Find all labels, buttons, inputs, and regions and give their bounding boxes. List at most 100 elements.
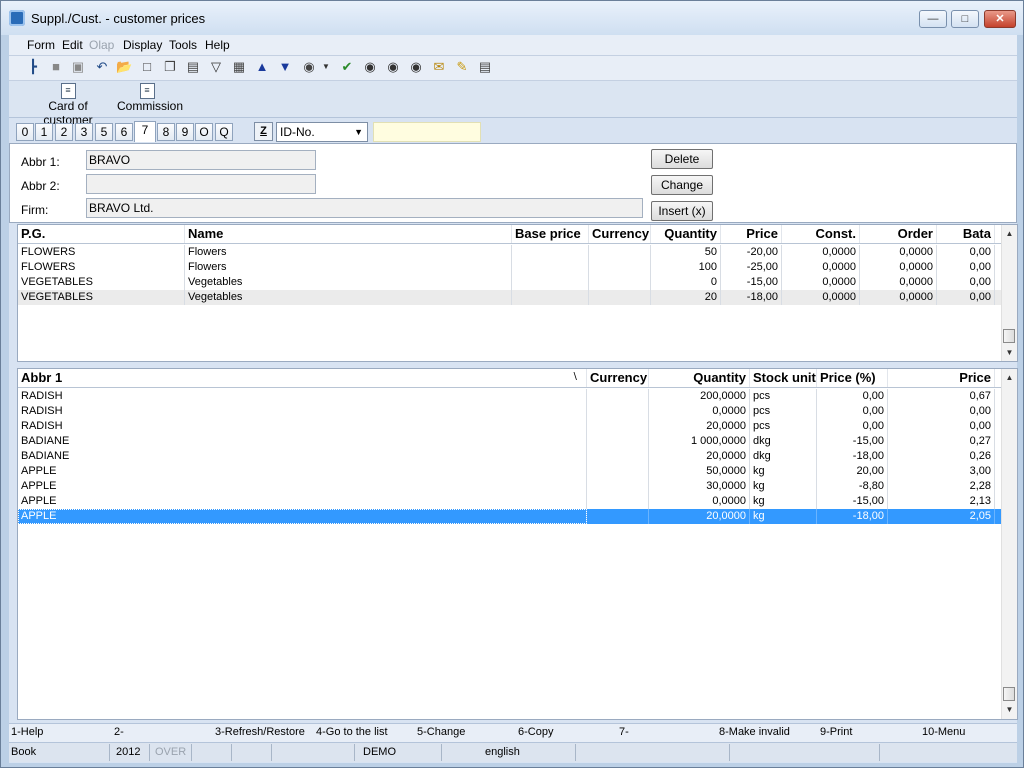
- table-row[interactable]: FLOWERS Flowers 100 -25,00 0,0000 0,0000…: [18, 260, 1002, 275]
- menu-edit[interactable]: Edit: [62, 38, 83, 52]
- save-icon[interactable]: ■: [48, 59, 64, 75]
- table-row[interactable]: APPLE 30,0000 kg -8,80 2,28: [18, 479, 1002, 494]
- cell-quantity: 20,0000: [649, 419, 750, 434]
- tab-5[interactable]: 5: [95, 123, 113, 141]
- col-header-price[interactable]: Price: [888, 369, 995, 387]
- table-row[interactable]: VEGETABLES Vegetables 0 -15,00 0,0000 0,…: [18, 275, 1002, 290]
- tab-3[interactable]: 3: [75, 123, 93, 141]
- arrow-up-icon[interactable]: ▲: [254, 59, 270, 75]
- table-row[interactable]: APPLE 0,0000 kg -15,00 2,13: [18, 494, 1002, 509]
- delete-button[interactable]: Delete: [651, 149, 713, 169]
- report-icon[interactable]: ▦: [231, 59, 247, 75]
- col-header-currency[interactable]: Currency: [587, 369, 649, 387]
- menu-help[interactable]: Help: [205, 38, 230, 52]
- tab-7[interactable]: 7: [134, 121, 156, 142]
- change-button[interactable]: Change: [651, 175, 713, 195]
- table-row[interactable]: RADISH 20,0000 pcs 0,00 0,00: [18, 419, 1002, 434]
- insert-button[interactable]: Insert (x): [651, 201, 713, 221]
- tree-icon[interactable]: ┣: [25, 59, 41, 75]
- col-header-order[interactable]: Order: [860, 225, 937, 243]
- attach-icon[interactable]: ▤: [477, 59, 493, 75]
- scroll-thumb[interactable]: [1003, 329, 1015, 343]
- table-row[interactable]: BADIANE 20,0000 dkg -18,00 0,26: [18, 449, 1002, 464]
- arrow-down-icon[interactable]: ▼: [277, 59, 293, 75]
- fkey-make-invalid[interactable]: 8-Make invalid: [719, 726, 790, 738]
- fkey-2[interactable]: 2-: [114, 726, 124, 738]
- mail-icon[interactable]: ✉: [431, 59, 447, 75]
- z-button[interactable]: Z: [254, 122, 273, 141]
- col-header-const[interactable]: Const.: [782, 225, 860, 243]
- tab-1[interactable]: 1: [35, 123, 53, 141]
- col-header-currency[interactable]: Currency: [589, 225, 651, 243]
- open-folder-icon[interactable]: 📂: [116, 59, 132, 75]
- table-row[interactable]: FLOWERS Flowers 50 -20,00 0,0000 0,0000 …: [18, 245, 1002, 260]
- menu-form[interactable]: Form: [27, 38, 55, 52]
- filter-icon[interactable]: ▽: [208, 59, 224, 75]
- tab-q[interactable]: Q: [215, 123, 233, 141]
- fkey-change[interactable]: 5-Change: [417, 726, 465, 738]
- camera-icon[interactable]: ◉: [301, 59, 317, 75]
- table-row[interactable]: RADISH 0,0000 pcs 0,00 0,00: [18, 404, 1002, 419]
- col-header-quantity[interactable]: Quantity: [651, 225, 721, 243]
- scroll-up-icon[interactable]: ▲: [1002, 371, 1017, 385]
- table-row[interactable]: VEGETABLES Vegetables 20 -18,00 0,0000 0…: [18, 290, 1002, 305]
- binoculars-next-icon[interactable]: ◉: [385, 59, 401, 75]
- commission-button[interactable]: ≡ Commission: [117, 83, 183, 113]
- table-row[interactable]: APPLE 50,0000 kg 20,00 3,00: [18, 464, 1002, 479]
- binoculars-icon[interactable]: ◉: [362, 59, 378, 75]
- binoculars-prev-icon[interactable]: ◉: [408, 59, 424, 75]
- col-header-pg[interactable]: P.G.: [18, 225, 185, 243]
- tab-8[interactable]: 8: [157, 123, 175, 141]
- col-header-bata[interactable]: Bata: [937, 225, 995, 243]
- vertical-scrollbar[interactable]: ▲ ▼: [1001, 369, 1017, 719]
- table-row-selected[interactable]: APPLE 20,0000 kg -18,00 2,05: [18, 509, 1002, 524]
- edit-note-icon[interactable]: ✎: [454, 59, 470, 75]
- scroll-down-icon[interactable]: ▼: [1002, 346, 1017, 360]
- cell-base-price: [512, 260, 589, 275]
- book-icon[interactable]: ▤: [185, 59, 201, 75]
- new-document-icon[interactable]: □: [139, 59, 155, 75]
- col-header-quantity[interactable]: Quantity: [649, 369, 750, 387]
- col-header-base-price[interactable]: Base price: [512, 225, 589, 243]
- fkey-help[interactable]: 1-Help: [11, 726, 43, 738]
- maximize-button[interactable]: □: [951, 10, 979, 28]
- tab-0[interactable]: 0: [16, 123, 34, 141]
- search-input[interactable]: [373, 122, 481, 142]
- save-as-icon[interactable]: ▣: [70, 59, 86, 75]
- scroll-up-icon[interactable]: ▲: [1002, 227, 1017, 241]
- table-row[interactable]: RADISH 200,0000 pcs 0,00 0,67: [18, 389, 1002, 404]
- minimize-button[interactable]: —: [919, 10, 947, 28]
- menu-tools[interactable]: Tools: [169, 38, 197, 52]
- tab-6[interactable]: 6: [115, 123, 133, 141]
- fkey-copy[interactable]: 6-Copy: [518, 726, 553, 738]
- col-header-price[interactable]: Price: [721, 225, 782, 243]
- menu-display[interactable]: Display: [123, 38, 162, 52]
- abbr1-field[interactable]: BRAVO: [86, 150, 316, 170]
- undo-icon[interactable]: ↶: [94, 59, 110, 75]
- fkey-7[interactable]: 7-: [619, 726, 629, 738]
- fkey-refresh[interactable]: 3-Refresh/Restore: [215, 726, 305, 738]
- title-bar[interactable]: Suppl./Cust. - customer prices — □ ✕: [1, 1, 1023, 35]
- fkey-go-to-list[interactable]: 4-Go to the list: [316, 726, 388, 738]
- copy-icon[interactable]: ❐: [162, 59, 178, 75]
- col-header-price-pct[interactable]: Price (%): [817, 369, 888, 387]
- col-header-stock-unit[interactable]: Stock unit: [750, 369, 817, 387]
- scroll-thumb[interactable]: [1003, 687, 1015, 701]
- fkey-print[interactable]: 9-Print: [820, 726, 852, 738]
- search-field-select[interactable]: ID-No. ▼: [276, 122, 368, 142]
- col-header-name[interactable]: Name: [185, 225, 512, 243]
- firm-field[interactable]: BRAVO Ltd.: [86, 198, 643, 218]
- tab-2[interactable]: 2: [55, 123, 73, 141]
- fkey-menu[interactable]: 10-Menu: [922, 726, 965, 738]
- table-row[interactable]: BADIANE 1 000,0000 dkg -15,00 0,27: [18, 434, 1002, 449]
- close-button[interactable]: ✕: [984, 10, 1016, 28]
- col-header-abbr1[interactable]: Abbr 1 ∖: [18, 369, 587, 387]
- vertical-scrollbar[interactable]: ▲ ▼: [1001, 225, 1017, 361]
- scroll-down-icon[interactable]: ▼: [1002, 703, 1017, 717]
- dropdown-arrow-icon[interactable]: ▼: [318, 59, 334, 75]
- cell-quantity: 20: [651, 290, 721, 305]
- tab-9[interactable]: 9: [176, 123, 194, 141]
- check-icon[interactable]: ✔: [339, 59, 355, 75]
- tab-o[interactable]: O: [195, 123, 213, 141]
- abbr2-field[interactable]: [86, 174, 316, 194]
